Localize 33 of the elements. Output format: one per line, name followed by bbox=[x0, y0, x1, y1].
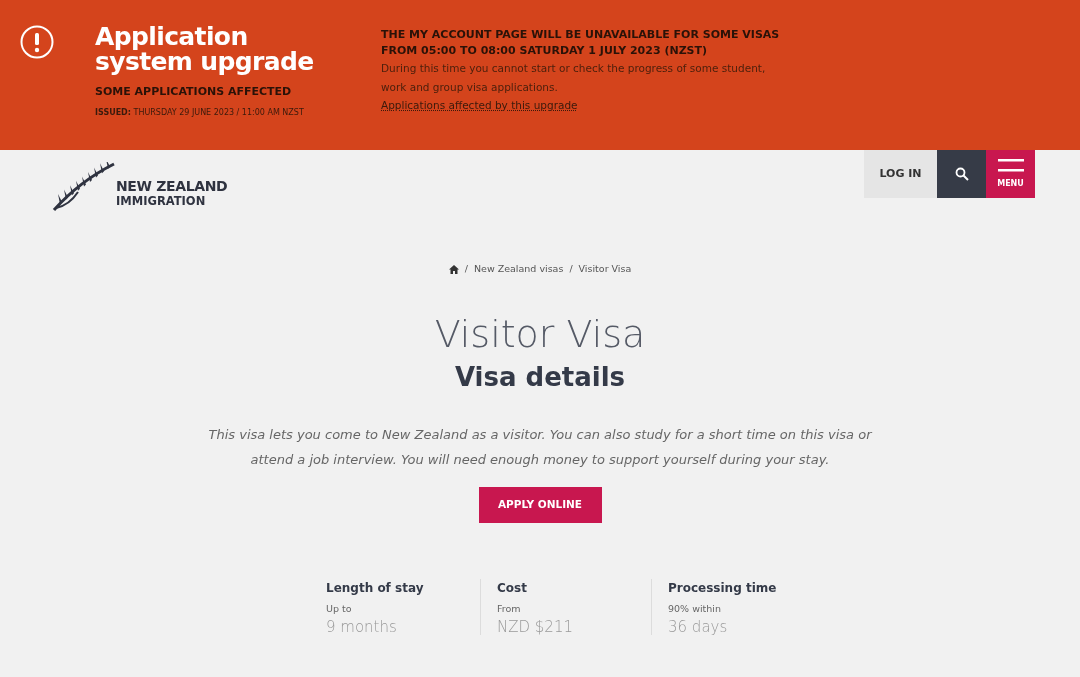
home-icon[interactable] bbox=[448, 264, 459, 274]
fern-logo-icon bbox=[52, 162, 116, 212]
breadcrumb-link[interactable]: New Zealand visas bbox=[473, 262, 564, 277]
alert-title: Application system upgrade bbox=[95, 24, 315, 74]
page-title: Visitor Visa bbox=[433, 312, 647, 357]
stat-value: 9 months bbox=[326, 616, 398, 637]
logo-line: IMMIGRATION bbox=[116, 194, 207, 209]
alert-icon bbox=[20, 25, 54, 59]
stat-value: 36 days bbox=[668, 616, 729, 637]
visa-description: This visa lets you come to New Zealand as a visitor. You can also study for a short time on this visa or attend a job interview. You will need enough money to support yourself during your stay. bbox=[207, 426, 873, 470]
alert-subtitle: SOME APPLICATIONS AFFECTED bbox=[95, 84, 293, 100]
notice-heading: THE MY ACCOUNT PAGE WILL BE UNAVAILABLE FOR SOME VISAS FROM 05:00 TO 08:00 SATURDAY 1 JULY 2023 (NZST) bbox=[381, 27, 781, 59]
section-heading: Visa details bbox=[453, 361, 627, 395]
logo-line: NEW ZEALAND bbox=[116, 179, 228, 194]
apply-button[interactable]: APPLY ONLINE bbox=[478, 487, 602, 524]
stat-label: Length of stay bbox=[326, 580, 425, 598]
breadcrumb-link[interactable]: Visitor Visa bbox=[578, 262, 632, 277]
stat-qualifier: 90% within bbox=[668, 602, 722, 617]
search-button[interactable] bbox=[937, 150, 986, 198]
notice-link[interactable]: Applications affected by this upgrade bbox=[381, 97, 578, 113]
notice-text: During this time you cannot start or check the progress of some student, work and group visa applications. bbox=[381, 61, 767, 95]
login-button[interactable]: LOG IN bbox=[864, 150, 937, 198]
stat-value: NZD $211 bbox=[497, 616, 574, 637]
stat-label: Processing time bbox=[668, 580, 778, 598]
menu-icon bbox=[997, 158, 1024, 173]
stat-qualifier: Up to bbox=[326, 602, 353, 617]
breadcrumb-separator: / bbox=[569, 262, 573, 276]
stat-qualifier: From bbox=[497, 602, 522, 617]
stat-label: Cost bbox=[497, 580, 528, 598]
issued-text: ISSUED: THURSDAY 29 JUNE 2023 / 11:00 AM NZST bbox=[95, 106, 305, 119]
menu-button[interactable]: MENU bbox=[986, 150, 1035, 198]
search-icon bbox=[954, 167, 969, 181]
breadcrumb-separator: / bbox=[464, 262, 468, 276]
